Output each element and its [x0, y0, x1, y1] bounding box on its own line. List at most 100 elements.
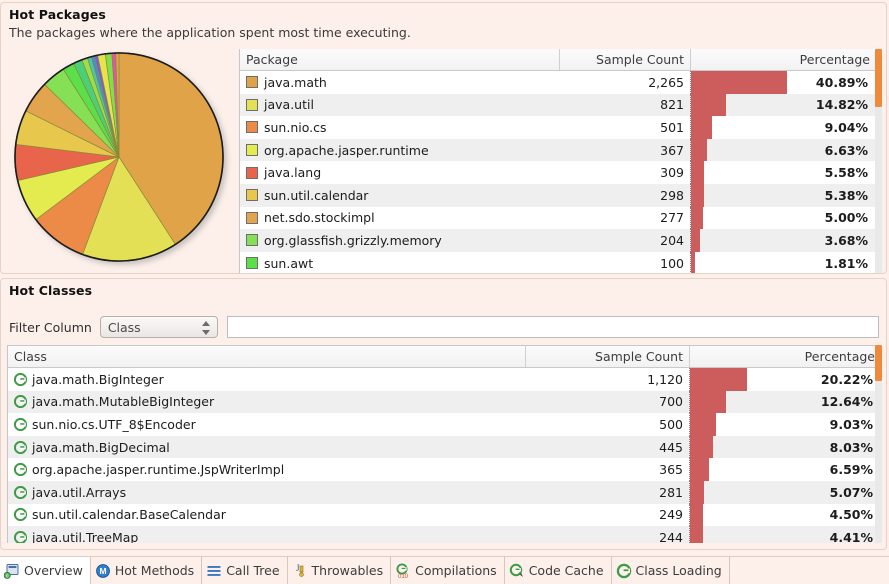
table-row[interactable]: sun.nio.cs.UTF_8$Encoder 500 9.03% — [8, 413, 881, 436]
sample-count-cell: 244 — [526, 526, 690, 543]
percentage-cell: 20.22% — [690, 368, 881, 391]
column-header-percentage-classes[interactable]: Percentage — [690, 346, 881, 367]
column-header-class[interactable]: Class — [8, 346, 526, 367]
hot-packages-rows: java.math 2,265 40.89% java.util 821 14.82% su… — [240, 71, 882, 273]
percentage-value: 8.03% — [829, 439, 873, 455]
column-header-sample-count-classes[interactable]: Sample Count — [526, 346, 690, 367]
sample-count-cell: 365 — [526, 458, 690, 481]
percentage-value: 5.38% — [824, 187, 868, 203]
sample-count-cell: 1,120 — [526, 368, 690, 391]
package-name: java.math — [264, 74, 327, 90]
table-row[interactable]: java.math 2,265 40.89% — [240, 71, 882, 94]
spinner-arrows-icon[interactable] — [202, 319, 211, 337]
percentage-cell: 6.63% — [691, 138, 876, 162]
tab-label: Hot Methods — [114, 563, 195, 578]
tab-class-loading[interactable]: Class Loading — [612, 557, 730, 584]
package-name-cell: org.apache.jasper.runtime — [240, 139, 560, 162]
table-row[interactable]: java.math.BigDecimal 445 8.03% — [8, 435, 881, 459]
tab-compilations[interactable]: 010 Compilations — [391, 557, 505, 584]
table-row[interactable]: java.lang 309 5.58% — [240, 161, 882, 184]
package-name-cell: org.glassfish.grizzly.memory — [240, 229, 560, 252]
class-icon — [13, 530, 28, 543]
svg-text:M: M — [99, 566, 106, 576]
class-icon — [13, 417, 28, 432]
percentage-value: 5.07% — [829, 484, 873, 500]
column-header-package[interactable]: Package — [240, 49, 560, 70]
sample-count-cell: 309 — [560, 161, 691, 184]
package-name: sun.util.calendar — [264, 187, 369, 203]
percentage-cell: 3.68% — [691, 229, 876, 252]
class-name-cell: java.math.BigInteger — [8, 368, 526, 391]
table-row[interactable]: net.sdo.stockimpl 277 5.00% — [240, 206, 882, 230]
column-header-sample-count[interactable]: Sample Count — [560, 49, 691, 70]
table-row[interactable]: sun.util.calendar.BaseCalendar 249 4.50% — [8, 503, 881, 527]
percentage-bar — [690, 480, 705, 504]
package-name: java.util — [264, 97, 314, 113]
hot-packages-scrollbar-thumb[interactable] — [875, 49, 882, 107]
package-name: java.lang — [264, 165, 322, 181]
percentage-bar — [691, 71, 788, 94]
hot-classes-table[interactable]: Class Sample Count Percentage java.math.… — [7, 345, 882, 543]
class-name: java.math.BigInteger — [32, 371, 164, 387]
package-name-cell: sun.util.calendar — [240, 184, 560, 207]
color-swatch-icon — [246, 257, 258, 270]
column-header-percentage[interactable]: Percentage — [691, 49, 876, 70]
percentage-cell: 14.82% — [691, 93, 876, 117]
table-row[interactable]: org.apache.jasper.runtime.JspWriterImpl 3… — [8, 458, 881, 481]
color-swatch-icon — [246, 76, 258, 89]
table-row[interactable]: java.util 821 14.82% — [240, 93, 882, 117]
package-name: sun.nio.cs — [264, 119, 327, 135]
class-name: java.math.MutableBigInteger — [32, 394, 215, 410]
overview-page: Hot Packages The packages where the appl… — [0, 0, 889, 584]
color-swatch-icon — [246, 189, 258, 202]
color-swatch-icon — [246, 144, 258, 157]
package-name-cell: java.util — [240, 94, 560, 117]
table-row[interactable]: sun.nio.cs 501 9.04% — [240, 116, 882, 139]
class-loading-icon — [616, 563, 632, 579]
table-row[interactable]: java.math.MutableBigInteger 700 12.64% — [8, 390, 881, 414]
overview-icon: c — [3, 563, 20, 579]
tab-call-tree[interactable]: Call Tree — [202, 557, 288, 584]
table-row[interactable]: org.glassfish.grizzly.memory 204 3.68% — [240, 229, 882, 252]
percentage-bar — [690, 435, 713, 459]
filter-column-select[interactable]: Class — [99, 316, 218, 338]
class-name-cell: java.math.MutableBigInteger — [8, 391, 526, 414]
sample-count-cell: 367 — [560, 138, 691, 162]
hot-methods-icon: M — [95, 563, 111, 579]
package-name-cell: java.lang — [240, 161, 560, 184]
sample-count-cell: 277 — [560, 206, 691, 230]
package-name-cell: java.math — [240, 71, 560, 94]
class-icon — [13, 395, 28, 409]
table-row[interactable]: java.math.BigInteger 1,120 20.22% — [8, 368, 881, 391]
filter-text-input[interactable] — [226, 316, 879, 338]
percentage-bar — [691, 183, 704, 207]
hot-packages-pie-chart — [7, 49, 239, 271]
percentage-cell: 5.38% — [691, 183, 876, 207]
tab-hot-methods[interactable]: M Hot Methods — [91, 557, 203, 584]
percentage-bar — [690, 458, 709, 481]
percentage-value: 4.41% — [829, 529, 873, 543]
percentage-cell: 5.07% — [690, 480, 881, 504]
class-name: sun.util.calendar.BaseCalendar — [32, 507, 226, 523]
filter-row: Filter Column Class — [9, 315, 879, 339]
tab-throwables[interactable]: J Throwables — [288, 557, 392, 584]
tab-code-cache[interactable]: Code Cache — [505, 557, 612, 584]
table-row[interactable]: java.util.TreeMap 244 4.41% — [8, 526, 881, 543]
package-name-cell: net.sdo.stockimpl — [240, 207, 560, 230]
table-row[interactable]: java.util.Arrays 281 5.07% — [8, 480, 881, 504]
tab-overview[interactable]: c Overview — [0, 557, 91, 584]
table-row[interactable]: sun.awt 100 1.81% — [240, 251, 882, 273]
hot-packages-scrollbar[interactable] — [875, 49, 882, 273]
percentage-bar — [690, 368, 748, 391]
package-name-cell: sun.awt — [240, 252, 560, 273]
class-icon — [13, 485, 28, 499]
tab-label: Throwables — [311, 563, 384, 578]
table-row[interactable]: org.apache.jasper.runtime 367 6.63% — [240, 138, 882, 162]
color-swatch-icon — [246, 234, 258, 247]
percentage-cell: 6.59% — [690, 458, 881, 481]
table-row[interactable]: sun.util.calendar 298 5.38% — [240, 183, 882, 207]
hot-packages-section: Hot Packages The packages where the appl… — [0, 2, 887, 274]
percentage-bar — [690, 526, 703, 543]
percentage-bar — [691, 161, 705, 184]
hot-packages-table[interactable]: Package Sample Count Percentage java.mat… — [239, 49, 882, 273]
